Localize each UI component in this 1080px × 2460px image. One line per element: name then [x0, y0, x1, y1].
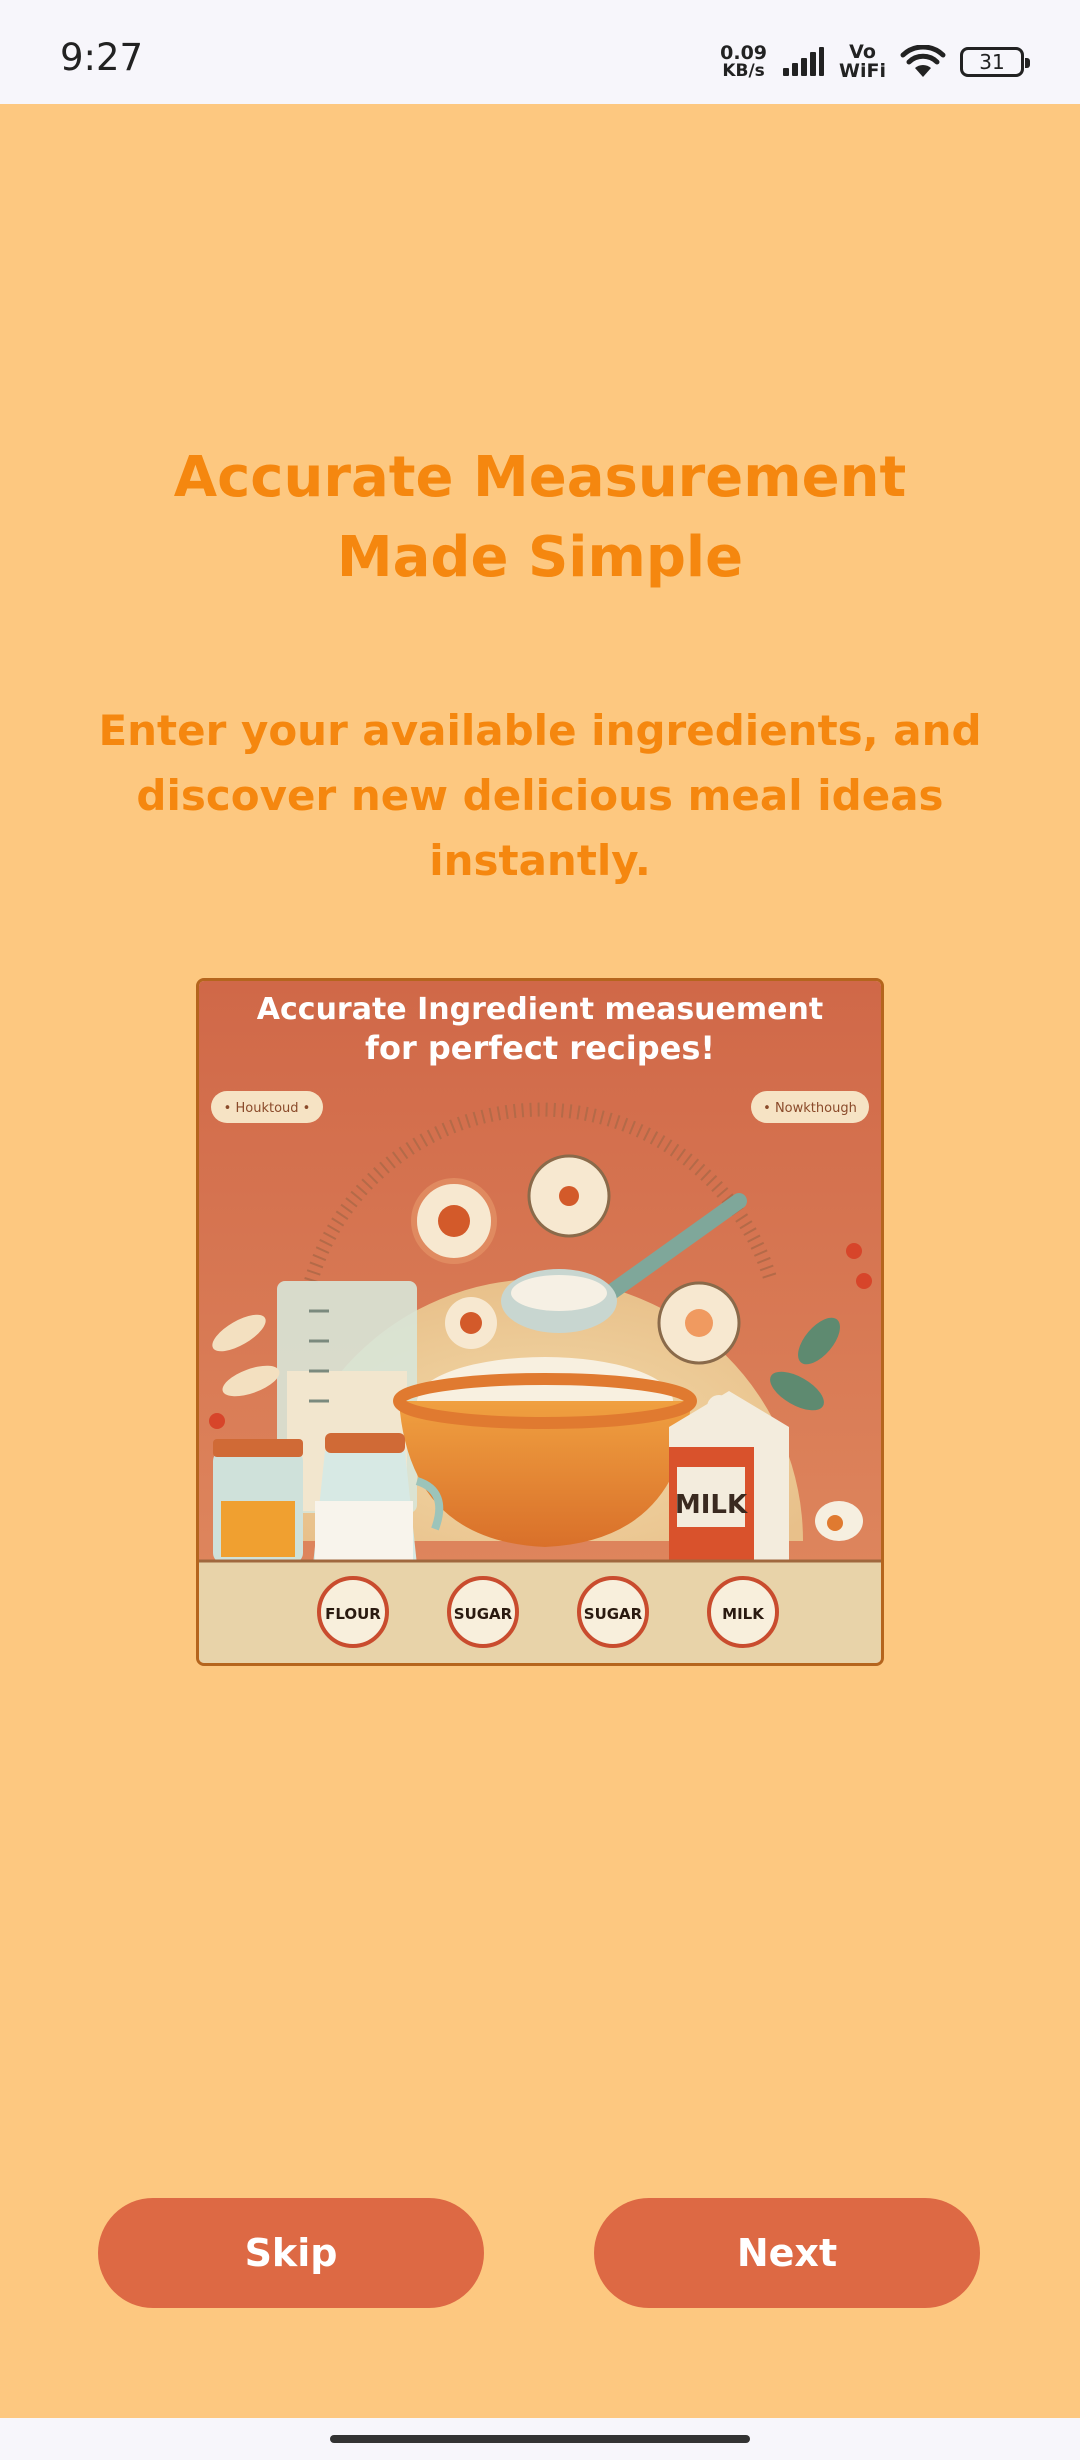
ingredient-badge-milk: MILK — [707, 1576, 779, 1648]
status-bar: 9:27 0.09 KB/s Vo WiFi 31 — [0, 0, 1080, 104]
milk-carton-label: MILK — [675, 1490, 748, 1520]
onboarding-title: Accurate Measurement Made Simple — [173, 445, 907, 590]
battery-level: 31 — [979, 50, 1005, 74]
next-button[interactable]: Next — [594, 2198, 980, 2308]
milk-carton-icon: MILK — [669, 1391, 789, 1563]
battery-icon: 31 — [960, 47, 1030, 77]
jar-icon — [213, 1439, 303, 1563]
illustration-heading-line1: Accurate Ingredient measuement — [257, 992, 823, 1027]
badge-label: MILK — [722, 1605, 765, 1623]
vowifi-indicator: Vo WiFi — [839, 43, 886, 81]
signal-icon — [783, 47, 825, 76]
illustration-heading-line2: for perfect recipes! — [365, 1029, 715, 1067]
ingredient-badge-flour: FLOUR — [317, 1576, 389, 1648]
ingredient-badge-sugar: SUGAR — [447, 1576, 519, 1648]
left-tag-label: • Houktoud • — [224, 1101, 311, 1116]
network-speed: 0.09 KB/s — [720, 42, 768, 81]
status-icons: 0.09 KB/s Vo WiFi 31 — [720, 40, 1030, 84]
network-speed-value: 0.09 — [720, 42, 768, 64]
badge-label: SUGAR — [454, 1605, 513, 1623]
illustration-art: Accurate Ingredient measuement for perfe… — [199, 981, 881, 1663]
network-speed-unit: KB/s — [722, 61, 765, 81]
ingredient-badge-sugar: SUGAR — [577, 1576, 649, 1648]
onboarding-illustration: Accurate Ingredient measuement for perfe… — [196, 978, 884, 1666]
right-tag-label: • Nowkthough — [763, 1101, 857, 1116]
badge-label: FLOUR — [325, 1605, 381, 1623]
badge-label: SUGAR — [584, 1605, 643, 1623]
skip-button[interactable]: Skip — [98, 2198, 484, 2308]
home-indicator[interactable] — [330, 2435, 750, 2443]
status-time: 9:27 — [60, 36, 144, 79]
wifi-icon — [900, 45, 946, 77]
vowifi-bottom: WiFi — [839, 60, 886, 82]
onboarding-subtitle: Enter your available ingredients, and di… — [98, 706, 982, 885]
